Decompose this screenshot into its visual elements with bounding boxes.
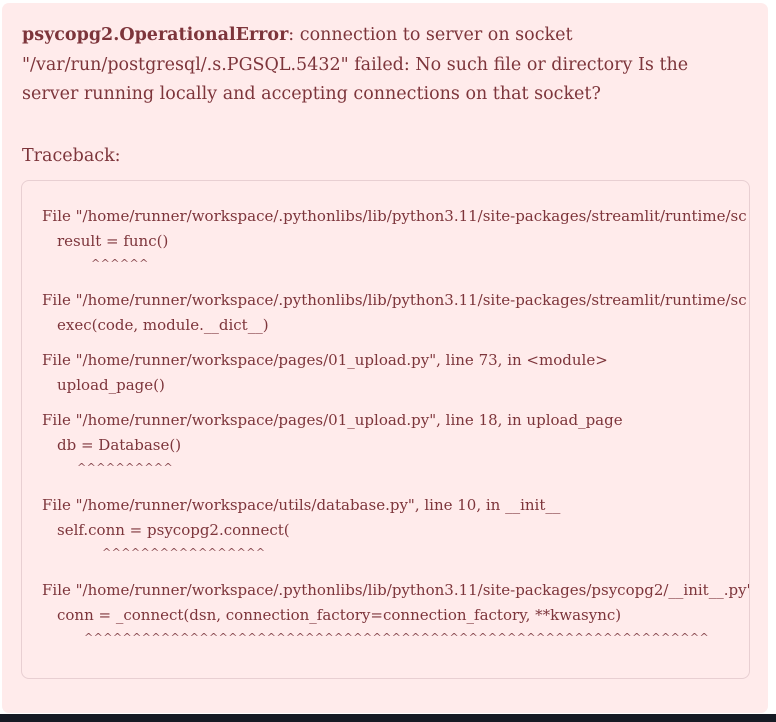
error-message: psycopg2.OperationalError: connection to… xyxy=(22,21,742,110)
traceback-code-line: db = Database() xyxy=(57,436,182,454)
traceback-file-line: File "/home/runner/workspace/.pythonlibs… xyxy=(42,207,747,225)
traceback-file-line: File "/home/runner/workspace/pages/01_up… xyxy=(42,351,608,369)
traceback-code-line: upload_page() xyxy=(57,376,165,394)
traceback-caret-line: ^^^^^^^^^^^^^^^^^ xyxy=(102,546,266,559)
traceback-box[interactable]: File "/home/runner/workspace/.pythonlibs… xyxy=(21,180,750,679)
traceback-caret-line: ^^^^^^ xyxy=(91,257,149,270)
error-type: psycopg2.OperationalError xyxy=(22,25,289,45)
bottom-bar xyxy=(0,714,776,722)
error-panel: psycopg2.OperationalError: connection to… xyxy=(2,3,768,713)
traceback-label: Traceback: xyxy=(22,146,121,166)
traceback-code-line: exec(code, module.__dict__) xyxy=(57,316,269,334)
traceback-caret-line: ^^^^^^^^^^^^^^^^^^^^^^^^^^^^^^^^^^^^^^^^… xyxy=(84,631,710,644)
traceback-code-line: conn = _connect(dsn, connection_factory=… xyxy=(57,606,622,624)
traceback-file-line: File "/home/runner/workspace/.pythonlibs… xyxy=(42,291,747,309)
traceback-caret-line: ^^^^^^^^^^ xyxy=(77,461,174,474)
traceback-code-line: result = func() xyxy=(57,232,169,250)
traceback-file-line: File "/home/runner/workspace/utils/datab… xyxy=(42,496,561,514)
traceback-code-line: self.conn = psycopg2.connect( xyxy=(57,521,290,539)
traceback-file-line: File "/home/runner/workspace/pages/01_up… xyxy=(42,411,623,429)
traceback-file-line: File "/home/runner/workspace/.pythonlibs… xyxy=(42,581,750,599)
